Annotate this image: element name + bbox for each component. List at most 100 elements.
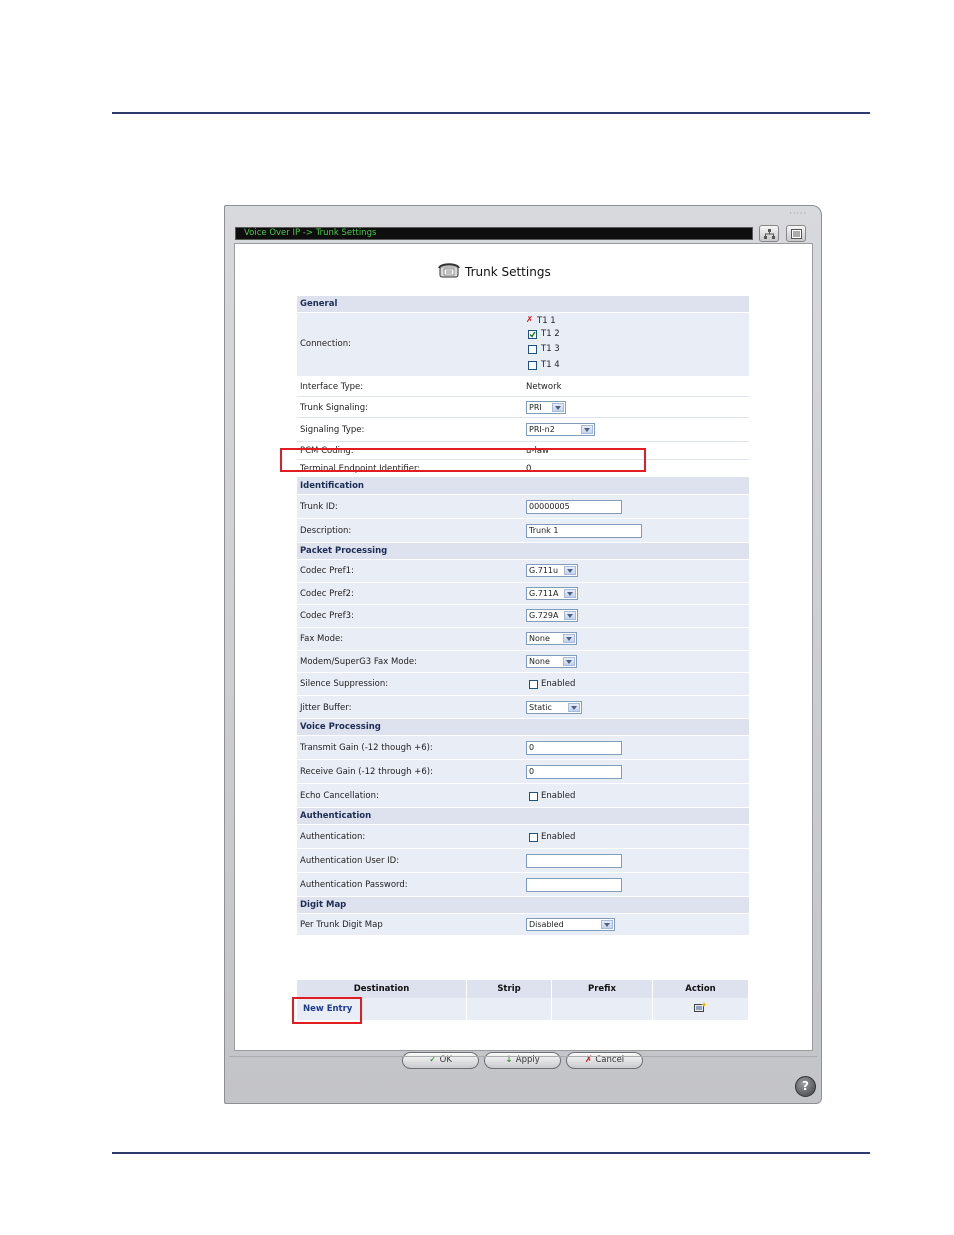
- new-entry-highlight: [292, 997, 362, 1024]
- trunk-signaling-label: Trunk Signaling:: [300, 403, 368, 413]
- silence-row: Silence Suppression: Enabled: [297, 673, 749, 696]
- cancel-button[interactable]: ✗ Cancel: [566, 1052, 643, 1069]
- digit-map-table: Destination Strip Prefix Action New Entr…: [297, 980, 749, 1020]
- trunk-id-input[interactable]: 00000005: [526, 500, 622, 514]
- trunk-settings-form: General Connection: ✗ T1 1 T1 2 T1 3 T1 …: [297, 296, 749, 936]
- rx-gain-label: Receive Gain (-12 through +6):: [300, 767, 433, 777]
- rx-gain-input[interactable]: 0: [526, 765, 622, 779]
- auth-label: Authentication:: [300, 832, 366, 842]
- main-content: Trunk Settings General Connection: ✗ T1 …: [234, 243, 813, 1069]
- window-grip: ·····: [789, 209, 807, 218]
- signaling-type-label: Signaling Type:: [300, 425, 365, 435]
- app-window: ····· Voice Over IP -> Trunk Settings Tr…: [224, 205, 822, 1104]
- help-icon: ?: [802, 1079, 809, 1093]
- t1-2-checkbox[interactable]: [528, 330, 537, 339]
- breadcrumb-bar: Voice Over IP -> Trunk Settings: [235, 227, 753, 240]
- jitter-row: Jitter Buffer: Static: [297, 696, 749, 719]
- auth-row: Authentication: Enabled: [297, 825, 749, 849]
- col-action: Action: [652, 980, 749, 998]
- network-map-button[interactable]: [759, 225, 779, 242]
- digit-map-value: Disabled: [529, 920, 564, 929]
- add-entry-icon[interactable]: [694, 1002, 707, 1013]
- interface-type-row: Interface Type: Network: [297, 377, 749, 397]
- table-header-row: Destination Strip Prefix Action: [297, 980, 749, 998]
- signaling-type-select[interactable]: PRI-n2: [526, 423, 595, 436]
- codec3-value: G.729A: [529, 611, 559, 620]
- codec1-value: G.711u: [529, 566, 559, 575]
- chevron-down-icon: [564, 589, 576, 598]
- modem-fax-row: Modem/SuperG3 Fax Mode: None: [297, 651, 749, 673]
- apply-button[interactable]: ↓ Apply: [484, 1052, 561, 1069]
- auth-pass-input[interactable]: [526, 878, 622, 892]
- echo-row: Echo Cancellation: Enabled: [297, 784, 749, 808]
- connection-label: Connection:: [300, 339, 351, 349]
- modem-fax-label: Modem/SuperG3 Fax Mode:: [300, 657, 417, 667]
- section-general: General: [297, 296, 749, 313]
- ok-button[interactable]: ✓ OK: [402, 1052, 479, 1069]
- chevron-down-icon: [581, 425, 593, 434]
- chevron-down-icon: [568, 703, 580, 712]
- description-row: Description: Trunk 1: [297, 519, 749, 543]
- table-row: New Entry: [297, 998, 749, 1020]
- trunk-id-label: Trunk ID:: [300, 502, 338, 512]
- prefix-cell: [551, 998, 653, 1020]
- status-bar-divider: [229, 1056, 817, 1057]
- header-rule: [112, 112, 870, 114]
- trunk-signaling-select[interactable]: PRI: [526, 401, 566, 414]
- page-title: Trunk Settings: [438, 263, 551, 279]
- codec2-label: Codec Pref2:: [300, 589, 354, 599]
- chevron-down-icon: [564, 611, 576, 620]
- trunk-signaling-value: PRI: [529, 403, 542, 412]
- footer-rule: [112, 1152, 870, 1154]
- rx-gain-row: Receive Gain (-12 through +6): 0: [297, 760, 749, 784]
- codec1-label: Codec Pref1:: [300, 566, 354, 576]
- checkmark-icon: [529, 331, 536, 338]
- network-map-icon: [764, 229, 775, 239]
- echo-checkbox[interactable]: [529, 792, 538, 801]
- t1-2-label: T1 2: [541, 329, 560, 339]
- menu-list-button[interactable]: [786, 225, 806, 242]
- auth-user-input[interactable]: [526, 854, 622, 868]
- col-strip: Strip: [466, 980, 552, 998]
- tx-gain-row: Transmit Gain (-12 though +6): 0: [297, 736, 749, 760]
- silence-checkbox-label: Enabled: [541, 679, 576, 689]
- silence-checkbox[interactable]: [529, 680, 538, 689]
- chevron-down-icon: [563, 634, 575, 643]
- codec3-label: Codec Pref3:: [300, 611, 354, 621]
- echo-checkbox-label: Enabled: [541, 791, 576, 801]
- description-input[interactable]: Trunk 1: [526, 524, 642, 538]
- section-packet-processing: Packet Processing: [297, 543, 749, 560]
- fax-mode-row: Fax Mode: None: [297, 628, 749, 651]
- help-button[interactable]: ?: [795, 1076, 816, 1097]
- auth-pass-label: Authentication Password:: [300, 880, 408, 890]
- jitter-label: Jitter Buffer:: [300, 703, 352, 713]
- tx-gain-input[interactable]: 0: [526, 741, 622, 755]
- jitter-select[interactable]: Static: [526, 701, 582, 714]
- fax-mode-label: Fax Mode:: [300, 634, 344, 644]
- list-icon: [791, 229, 802, 239]
- chevron-down-icon: [563, 657, 575, 666]
- codec3-select[interactable]: G.729A: [526, 609, 578, 622]
- auth-user-row: Authentication User ID:: [297, 849, 749, 873]
- fax-mode-select[interactable]: None: [526, 632, 577, 645]
- interface-type-label: Interface Type:: [300, 382, 364, 392]
- digit-map-label: Per Trunk Digit Map: [300, 920, 383, 930]
- codec2-value: G.711A: [529, 589, 559, 598]
- echo-label: Echo Cancellation:: [300, 791, 379, 801]
- auth-checkbox[interactable]: [529, 833, 538, 842]
- codec1-select[interactable]: G.711u: [526, 564, 578, 577]
- t1-3-checkbox[interactable]: [528, 345, 537, 354]
- t1-1-label: T1 1: [537, 316, 556, 326]
- description-label: Description:: [300, 526, 352, 536]
- connection-row: Connection: ✗ T1 1 T1 2 T1 3 T1 4: [297, 313, 749, 377]
- section-identification: Identification: [297, 478, 749, 495]
- t1-4-checkbox[interactable]: [528, 361, 537, 370]
- signaling-type-value: PRI-n2: [529, 425, 555, 434]
- fax-mode-value: None: [529, 634, 550, 643]
- section-digit-map: Digit Map: [297, 897, 749, 914]
- modem-fax-select[interactable]: None: [526, 655, 577, 668]
- auth-user-label: Authentication User ID:: [300, 856, 400, 866]
- codec2-select[interactable]: G.711A: [526, 587, 578, 600]
- strip-cell: [466, 998, 552, 1020]
- digit-map-select[interactable]: Disabled: [526, 918, 615, 931]
